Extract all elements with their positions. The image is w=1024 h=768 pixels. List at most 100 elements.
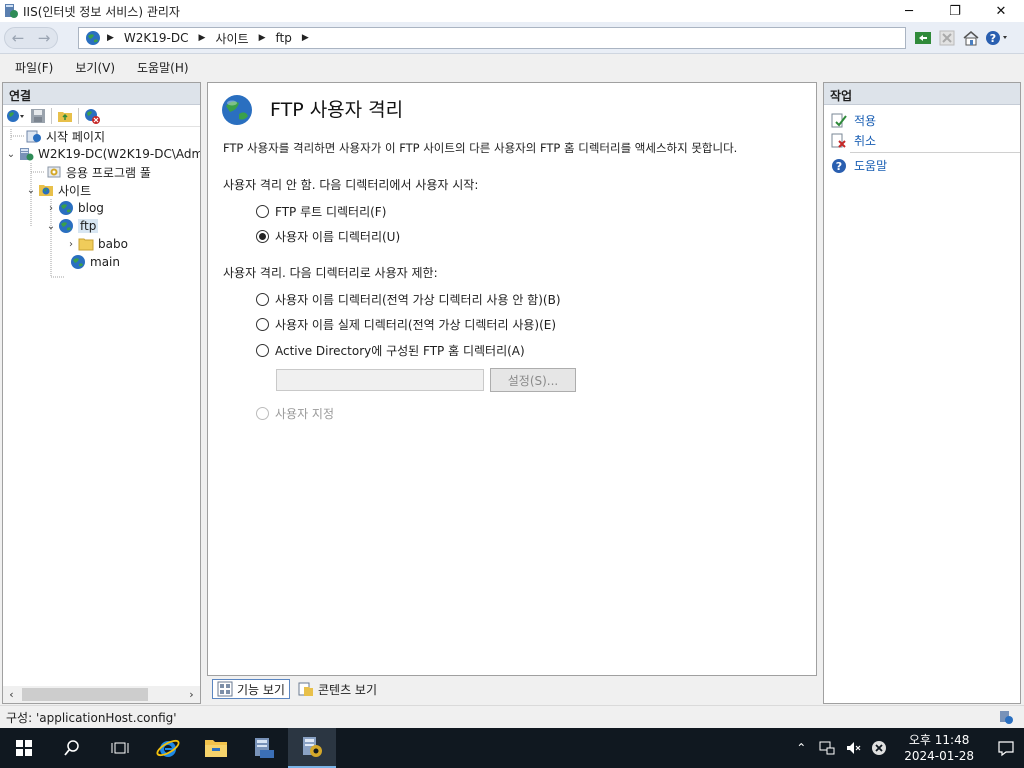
breadcrumb-ftp[interactable]: ftp (275, 31, 291, 45)
taskbar-file-explorer[interactable] (192, 728, 240, 768)
file-explorer-icon (205, 740, 227, 757)
menu-view[interactable]: 보기(V) (64, 59, 126, 76)
radio-ftp-root[interactable]: FTP 루트 디렉터리(F) (256, 203, 386, 220)
home-icon[interactable] (960, 28, 982, 48)
cancel-action[interactable]: 취소 (830, 132, 876, 149)
navigation-bar: ← → ▶ W2K19-DC ▶ 사이트 ▶ ftp ▶ ? (0, 22, 1024, 54)
radio-button[interactable] (256, 344, 269, 357)
taskbar-server-manager[interactable] (240, 728, 288, 768)
address-bar[interactable]: ▶ W2K19-DC ▶ 사이트 ▶ ftp ▶ (78, 27, 906, 49)
radio-label: Active Directory에 구성된 FTP 홈 디렉터리(A) (275, 344, 525, 358)
taskbar-internet-explorer[interactable] (144, 728, 192, 768)
tree-item-ftp[interactable]: ⌄ ftp (45, 217, 99, 235)
radio-button[interactable] (256, 318, 269, 331)
horizontal-scrollbar[interactable]: ‹ › (3, 686, 200, 703)
cancel-icon (830, 133, 848, 149)
menu-file[interactable]: 파일(F) (4, 59, 64, 76)
features-view-icon (217, 681, 233, 697)
back-button[interactable]: ← (12, 29, 25, 47)
tab-label: 기능 보기 (237, 682, 285, 697)
tree-item-label: 사이트 (58, 183, 92, 198)
restore-button[interactable]: ❐ (932, 0, 978, 22)
radio-button[interactable] (256, 407, 269, 420)
tree-item-sites[interactable]: ⌄ 사이트 (25, 181, 91, 199)
volume-muted-icon[interactable] (842, 740, 864, 756)
radio-custom[interactable]: 사용자 지정 (256, 405, 334, 422)
menu-bar: 파일(F) 보기(V) 도움말(H) (0, 55, 1024, 79)
breadcrumb-sites[interactable]: 사이트 (215, 30, 248, 47)
network-icon[interactable] (816, 740, 838, 756)
globe-icon (85, 30, 101, 46)
system-tray: ⌃ 오후 11:48 2024-01-28 (790, 728, 1024, 768)
expander-icon[interactable]: ⌄ (45, 221, 57, 232)
expander-icon[interactable]: › (65, 239, 77, 250)
forward-button[interactable]: → (38, 29, 51, 47)
scroll-left-button[interactable]: ‹ (3, 688, 20, 701)
tree-item-label: 시작 페이지 (46, 129, 106, 144)
iis-manager-icon (303, 737, 322, 757)
expander-icon[interactable]: ⌄ (25, 185, 37, 196)
clock[interactable]: 오후 11:48 2024-01-28 (904, 732, 974, 764)
up-folder-icon[interactable] (54, 106, 76, 126)
tree-item-label: ftp (78, 219, 99, 233)
radio-user-name-directory[interactable]: 사용자 이름 디렉터리(U) (256, 228, 400, 245)
tree-item-label: blog (78, 201, 104, 215)
tree-item-start-page[interactable]: 시작 페이지 (13, 127, 105, 145)
tree-item-main[interactable]: main (57, 253, 120, 271)
close-button[interactable]: ✕ (978, 0, 1024, 22)
radio-button[interactable] (256, 230, 269, 243)
svg-text:?: ? (836, 160, 842, 173)
nav-arrows: ← → (4, 27, 58, 49)
radio-button[interactable] (256, 205, 269, 218)
task-view-button[interactable] (96, 728, 144, 768)
breadcrumb-separator: ▶ (107, 33, 114, 43)
network-status-icon (998, 709, 1014, 728)
svg-text:?: ? (990, 32, 996, 45)
save-icon[interactable] (27, 106, 49, 126)
taskbar-iis-manager[interactable] (288, 728, 336, 768)
help-action[interactable]: ? 도움말 (830, 157, 887, 174)
stop-icon[interactable] (936, 28, 958, 48)
active-directory-input[interactable] (276, 369, 484, 391)
expander-icon[interactable]: ⌄ (5, 149, 17, 160)
tree-item-blog[interactable]: › blog (45, 199, 104, 217)
action-label: 도움말 (854, 159, 888, 173)
radio-user-name-physical[interactable]: 사용자 이름 실제 디렉터리(전역 가상 디렉터리 사용)(E) (256, 316, 556, 333)
internet-explorer-icon (156, 739, 180, 757)
notifications-icon[interactable] (988, 739, 1024, 757)
actions-divider (850, 152, 1020, 153)
radio-active-directory[interactable]: Active Directory에 구성된 FTP 홈 디렉터리(A) (256, 342, 525, 359)
radio-button[interactable] (256, 293, 269, 306)
apply-action[interactable]: 적용 (830, 112, 876, 129)
radio-user-name-no-global[interactable]: 사용자 이름 디렉터리(전역 가상 디렉터리 사용 안 함)(B) (256, 291, 561, 308)
search-button[interactable] (48, 728, 96, 768)
expander-icon[interactable]: › (45, 203, 57, 214)
tree-item-app-pools[interactable]: 응용 프로그램 풀 (33, 163, 151, 181)
tree-item-server[interactable]: ⌄ W2K19-DC(W2K19-DC\Adm (5, 145, 200, 163)
refresh-icon[interactable] (912, 28, 934, 48)
scroll-thumb[interactable] (22, 688, 148, 701)
minimize-button[interactable]: ─ (886, 0, 932, 22)
help-dropdown-icon[interactable]: ? (984, 28, 1012, 48)
status-bar: 구성: 'applicationHost.config' (0, 705, 1024, 728)
show-hidden-icons-icon[interactable]: ⌃ (790, 741, 812, 755)
menu-help[interactable]: 도움말(H) (126, 59, 200, 76)
scroll-right-button[interactable]: › (183, 688, 200, 701)
start-button[interactable] (0, 728, 48, 768)
error-status-icon[interactable] (868, 740, 890, 756)
radio-label: 사용자 지정 (275, 407, 335, 421)
disconnect-icon[interactable] (81, 106, 103, 126)
folder-icon (77, 236, 95, 252)
search-icon (64, 740, 79, 756)
tree-item-label: babo (98, 237, 128, 251)
settings-button[interactable]: 설정(S)... (490, 368, 576, 392)
tab-features-view[interactable]: 기능 보기 (212, 679, 290, 699)
breadcrumb-server[interactable]: W2K19-DC (124, 31, 189, 45)
view-tabs: 기능 보기 콘텐츠 보기 (212, 679, 381, 699)
globe-icon (57, 218, 75, 234)
tab-content-view[interactable]: 콘텐츠 보기 (294, 679, 381, 699)
breadcrumb-separator: ▶ (301, 33, 309, 43)
actions-panel: 작업 적용 취소 ? 도움말 (823, 82, 1021, 704)
connect-icon[interactable] (5, 106, 27, 126)
tree-item-babo[interactable]: › babo (65, 235, 128, 253)
